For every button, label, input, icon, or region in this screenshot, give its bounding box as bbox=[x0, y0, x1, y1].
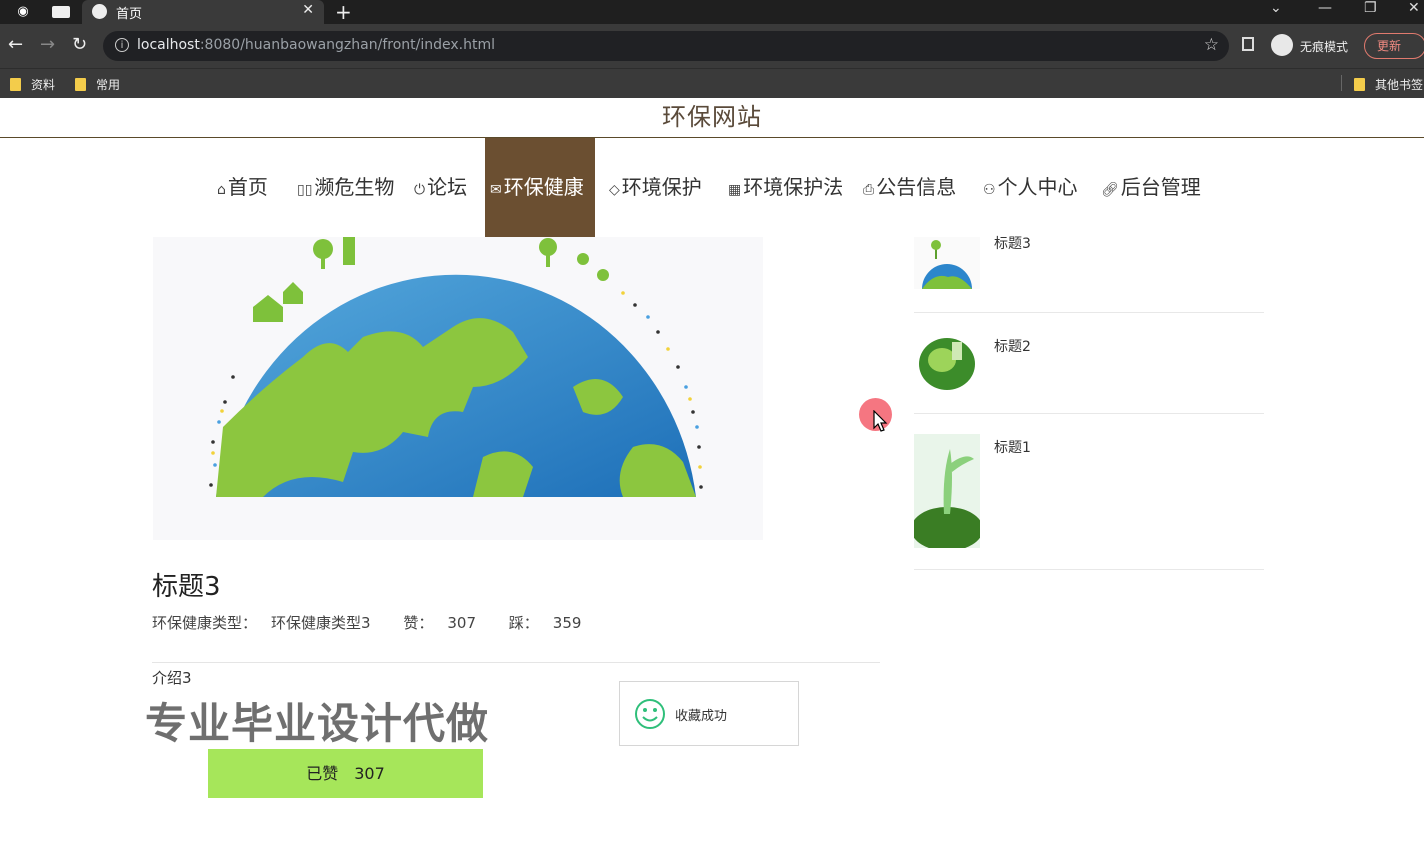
mail-icon: ✉ bbox=[490, 182, 502, 198]
tag-icon: ◇ bbox=[609, 182, 620, 198]
print-icon: ⎙ bbox=[863, 182, 875, 198]
power-icon: ⏻ bbox=[414, 182, 426, 198]
address-bar[interactable]: i localhost:8080/huanbaowangzhan/front/i… bbox=[103, 31, 1229, 61]
nav-notice[interactable]: ⎙ 公告信息 bbox=[863, 138, 956, 238]
like-count: 赞： 307 bbox=[403, 614, 476, 632]
nav-law[interactable]: ▦ 环境保护法 bbox=[728, 138, 843, 238]
nav-environment[interactable]: ◇ 环境保护 bbox=[609, 138, 702, 238]
bookmark-star-icon[interactable]: ☆ bbox=[1204, 35, 1219, 55]
detail-title: 标题3 bbox=[152, 572, 221, 602]
browser-toolbar: ← → ↻ i localhost:8080/huanbaowangzhan/f… bbox=[0, 24, 1424, 68]
user-icon: ⚇ bbox=[983, 182, 996, 198]
folder-icon bbox=[75, 78, 86, 91]
sidebar-item[interactable]: 标题3 bbox=[914, 236, 1264, 313]
info-icon[interactable]: i bbox=[115, 38, 129, 52]
folder-icon bbox=[1354, 78, 1365, 91]
url-text[interactable]: localhost:8080/huanbaowangzhan/front/ind… bbox=[137, 37, 495, 53]
browser-tab-bar: ◉ 首页 ✕ + ⌄ — ❐ ✕ bbox=[0, 0, 1424, 24]
minimize-icon[interactable]: — bbox=[1318, 0, 1332, 16]
sidebar-item[interactable]: 标题1 bbox=[914, 413, 1264, 570]
nav-home[interactable]: ⌂ 首页 bbox=[217, 138, 268, 238]
book-icon: ▯▯ bbox=[297, 182, 313, 198]
thumbnail bbox=[914, 237, 980, 289]
watermark-overlay: 专业毕业设计代做 bbox=[145, 699, 490, 748]
bookmarks-bar: 资料 常用 其他书签 bbox=[0, 68, 1424, 98]
browser-menu-icon[interactable]: ◉ bbox=[14, 3, 32, 21]
globe-icon bbox=[92, 4, 107, 19]
smile-icon bbox=[635, 699, 665, 729]
restore-icon[interactable]: ❐ bbox=[1364, 0, 1377, 16]
bookmark-folder[interactable]: 资料 bbox=[10, 76, 55, 93]
nav-endangered[interactable]: ▯▯ 濒危生物 bbox=[297, 138, 394, 238]
dislike-count: 踩： 359 bbox=[508, 614, 582, 632]
folder-icon bbox=[10, 78, 21, 91]
nav-admin[interactable]: 🔗︎ 后台管理 bbox=[1101, 138, 1201, 238]
nav-health[interactable]: ✉ 环保健康 bbox=[485, 138, 595, 238]
thumbnail bbox=[914, 434, 980, 548]
incognito-icon bbox=[1271, 34, 1293, 56]
bookmark-folder[interactable]: 常用 bbox=[75, 76, 120, 93]
thumbnail bbox=[914, 332, 980, 392]
link-icon: 🔗︎ bbox=[1101, 182, 1119, 198]
tab-title: 首页 bbox=[116, 7, 143, 22]
close-tab-icon[interactable]: ✕ bbox=[302, 2, 314, 18]
close-window-icon[interactable]: ✕ bbox=[1408, 0, 1420, 16]
other-bookmarks[interactable]: 其他书签 bbox=[1354, 76, 1423, 93]
home-icon: ⌂ bbox=[217, 182, 226, 198]
side-panel-icon[interactable] bbox=[1242, 37, 1254, 51]
detail-image bbox=[153, 237, 763, 540]
update-button[interactable]: 更新 bbox=[1364, 33, 1424, 59]
incognito-label: 无痕模式 bbox=[1300, 40, 1349, 54]
reload-icon[interactable]: ↻ bbox=[72, 34, 87, 55]
chevron-down-icon[interactable]: ⌄ bbox=[1270, 0, 1282, 16]
new-tab-button[interactable]: + bbox=[335, 0, 352, 24]
back-icon[interactable]: ← bbox=[8, 34, 23, 55]
grid-icon: ▦ bbox=[728, 182, 742, 198]
detail-intro: 介绍3 bbox=[152, 669, 192, 687]
detail-meta: 环保健康类型： 环保健康类型3 赞： 307 踩： 359 bbox=[152, 612, 609, 633]
nav-forum[interactable]: ⏻ 论坛 bbox=[414, 138, 467, 238]
toast-message: 收藏成功 bbox=[619, 681, 799, 746]
type-label: 环保健康类型： 环保健康类型3 bbox=[152, 614, 371, 632]
forward-icon[interactable]: → bbox=[40, 34, 55, 55]
mouse-cursor-icon bbox=[873, 410, 888, 432]
browser-tab[interactable]: 首页 ✕ bbox=[82, 0, 324, 24]
sidebar-item-title: 标题2 bbox=[994, 339, 1031, 355]
divider bbox=[152, 662, 880, 663]
sidebar-item[interactable]: 标题2 bbox=[914, 312, 1264, 414]
sidebar-item-title: 标题1 bbox=[994, 440, 1031, 456]
sidebar-item-title: 标题3 bbox=[994, 236, 1031, 252]
main-nav: ⌂ 首页 ▯▯ 濒危生物 ⏻ 论坛 ✉ 环保健康 ◇ 环境保护 ▦ 环境保护法 ⎙ 公告信息 … bbox=[0, 138, 1424, 238]
nav-profile[interactable]: ⚇ 个人中心 bbox=[983, 138, 1078, 238]
site-title: 环保网站 bbox=[0, 97, 1424, 138]
bookmark-separator bbox=[1341, 75, 1342, 91]
liked-button[interactable]: 已赞 307 bbox=[208, 749, 483, 798]
tab-strip-icon[interactable] bbox=[52, 6, 70, 18]
toast-text: 收藏成功 bbox=[675, 709, 728, 724]
